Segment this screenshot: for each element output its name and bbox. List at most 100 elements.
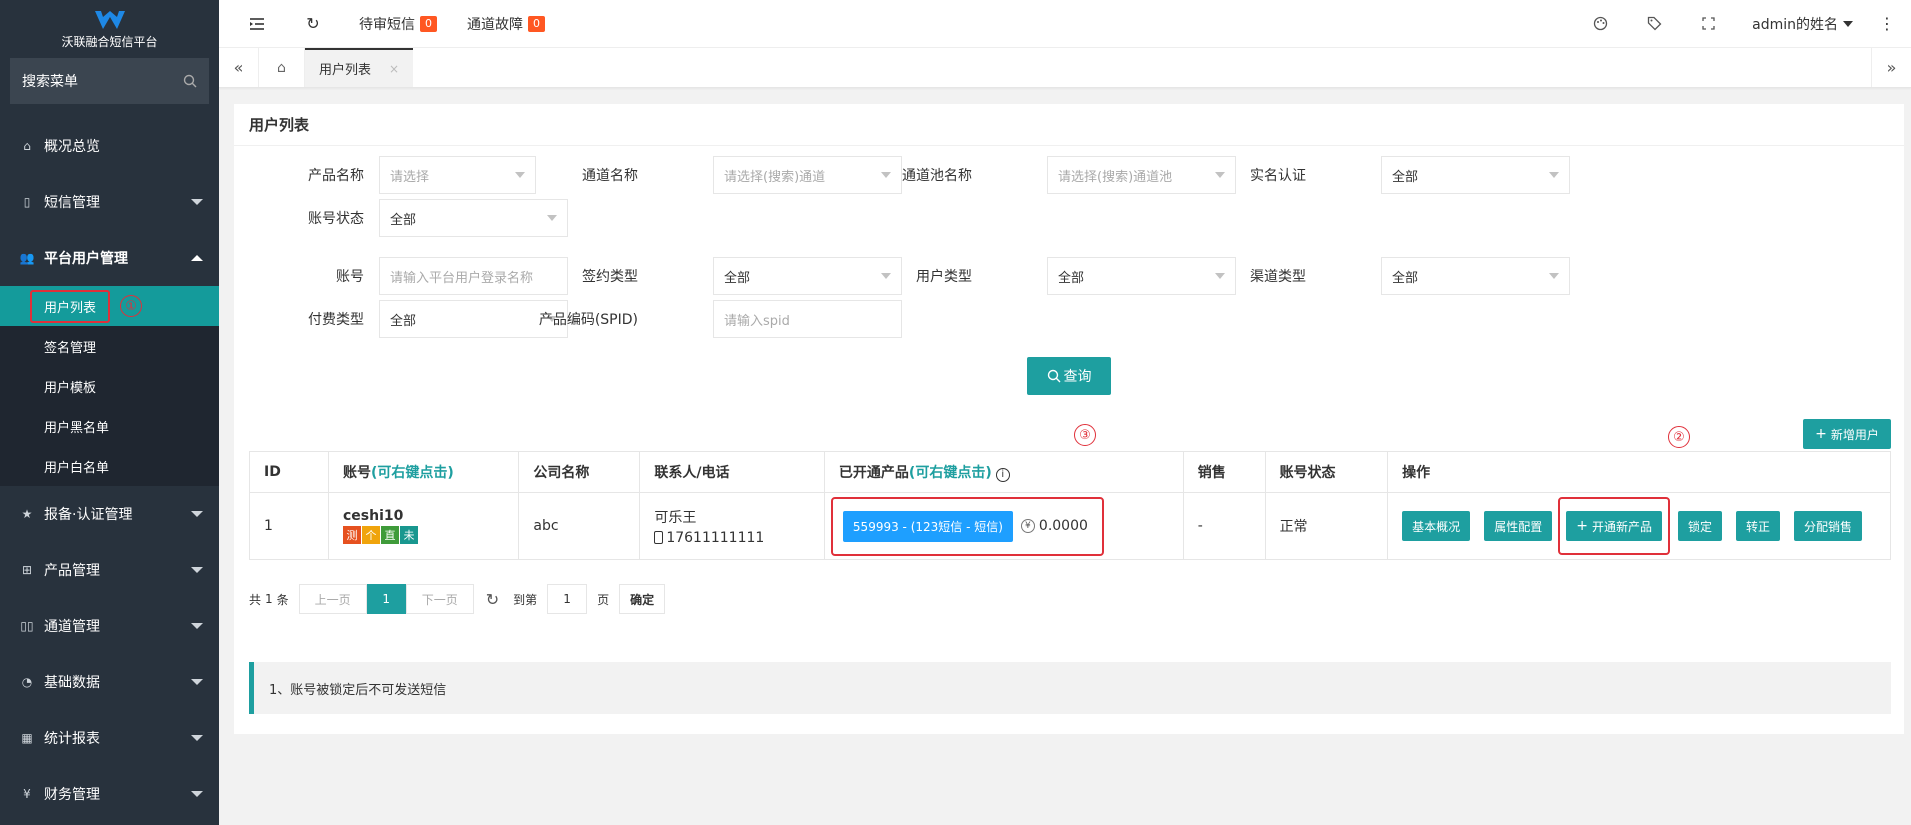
- product-name-label: 产品名称: [308, 168, 364, 184]
- refresh-icon[interactable]: ↻: [486, 590, 499, 609]
- pager-total-suffix: 条: [276, 592, 289, 607]
- menu-search[interactable]: 搜索菜单: [10, 58, 209, 104]
- user-menu[interactable]: admin的姓名: [1752, 14, 1853, 34]
- table-icon: ▦: [21, 731, 33, 745]
- col-company: 公司名称: [518, 451, 641, 493]
- sidebar-item-label: 通道管理: [44, 619, 100, 635]
- account-status-value: 全部: [390, 212, 417, 228]
- col-account: 账号(可右键点击): [327, 451, 520, 493]
- cell-sales: -: [1182, 492, 1266, 560]
- goto-confirm-button[interactable]: 确定: [619, 584, 666, 614]
- chevron-down-icon: [191, 679, 203, 685]
- sidebar-item-label: 概况总览: [44, 139, 100, 155]
- channel-pool-label: 通道池名称: [902, 168, 972, 184]
- cell-products: 559993 - (123短信 - 短信) ¥ 0.0000: [823, 492, 1184, 560]
- regularize-button[interactable]: 转正: [1735, 511, 1780, 541]
- realname-select[interactable]: 全部: [1381, 156, 1570, 194]
- channel-type-select[interactable]: 全部: [1381, 257, 1570, 295]
- sidebar-item-base-data[interactable]: ◔ 基础数据: [0, 654, 219, 710]
- sidebar-item-filing[interactable]: ★ 报备·认证管理: [0, 486, 219, 542]
- tab-label: 用户列表: [319, 63, 372, 78]
- sidebar-item-sms[interactable]: ▯ 短信管理: [0, 174, 219, 230]
- theme-palette-icon[interactable]: [1590, 14, 1610, 34]
- lock-button[interactable]: 锁定: [1677, 511, 1722, 541]
- table-header-row: ID 账号(可右键点击) 公司名称 联系人/电话 已开通产品(可右键点击) i 销…: [249, 451, 1891, 493]
- info-icon[interactable]: i: [995, 467, 1010, 482]
- channel-type-label: 渠道类型: [1250, 269, 1306, 285]
- assign-sales-button[interactable]: 分配销售: [1793, 511, 1862, 541]
- cell-id: 1: [249, 492, 329, 560]
- sidebar-subitem-label: 签名管理: [44, 340, 97, 356]
- cell-account[interactable]: ceshi10 测 个 直 未: [327, 492, 520, 560]
- sidebar-item-products[interactable]: ⊞ 产品管理: [0, 542, 219, 598]
- collapse-menu-icon[interactable]: [247, 14, 267, 34]
- realname-label: 实名认证: [1250, 168, 1306, 184]
- col-products-hint: (可右键点击): [908, 465, 992, 481]
- pending-sms-link[interactable]: 待审短信 0: [359, 14, 437, 34]
- channel-type-value: 全部: [1392, 270, 1419, 286]
- channel-fault-link[interactable]: 通道故障 0: [467, 14, 545, 34]
- attr-config-button[interactable]: 属性配置: [1484, 511, 1553, 541]
- tabs-scroll-right-icon[interactable]: »: [1871, 48, 1911, 87]
- sign-type-label: 签约类型: [582, 269, 638, 285]
- fullscreen-icon[interactable]: [1698, 14, 1718, 34]
- sidebar-subitem-label: 用户模板: [44, 380, 97, 396]
- sidebar-item-reports[interactable]: ▦ 统计报表: [0, 710, 219, 766]
- sidebar-item-label: 产品管理: [44, 563, 100, 579]
- col-account-label: 账号: [342, 465, 371, 481]
- sidebar-subitem-user-list[interactable]: 用户列表 ①: [0, 286, 219, 326]
- sidebar-subitem-label: 用户白名单: [44, 460, 110, 476]
- top-header: ↻ 待审短信 0 通道故障 0 admin的姓名 ⋮: [219, 0, 1911, 48]
- sidebar-item-label: 短信管理: [44, 195, 100, 211]
- page-title: 用户列表: [234, 104, 1904, 146]
- users-icon: 👥: [19, 251, 35, 265]
- tab-user-list[interactable]: 用户列表 ×: [305, 48, 414, 87]
- prev-page-button[interactable]: 上一页: [298, 584, 367, 614]
- col-ops: 操作: [1387, 451, 1891, 493]
- pager-page-unit: 页: [597, 592, 610, 607]
- open-product-button[interactable]: + 开通新产品: [1566, 511, 1662, 541]
- sidebar-item-channels[interactable]: ▯▯ 通道管理: [0, 598, 219, 654]
- plus-icon: +: [1576, 518, 1588, 534]
- current-page[interactable]: 1: [366, 584, 406, 614]
- sidebar-item-platform-users[interactable]: 👥 平台用户管理: [0, 230, 219, 286]
- account-status-select[interactable]: 全部: [379, 199, 568, 237]
- query-button[interactable]: 查询: [1027, 357, 1111, 395]
- search-icon: [1047, 369, 1060, 383]
- grid-icon: ⊞: [21, 563, 33, 577]
- product-chip[interactable]: 559993 - (123短信 - 短信): [842, 510, 1013, 542]
- table-row: 1 ceshi10 测 个 直 未 abc 可乐王 17611111111 55…: [249, 492, 1891, 560]
- annotation-3: ③: [1074, 424, 1096, 446]
- refresh-icon[interactable]: ↻: [303, 14, 323, 34]
- search-icon[interactable]: [183, 74, 197, 88]
- chevron-down-icon: [547, 215, 557, 221]
- sidebar-subitem-blacklist[interactable]: 用户黑名单: [0, 406, 219, 446]
- tag-personal: 个: [361, 526, 380, 544]
- col-account-hint: (可右键点击): [370, 465, 454, 481]
- channel-fault-label: 通道故障: [467, 16, 523, 33]
- add-user-button[interactable]: + 新增用户: [1803, 419, 1891, 449]
- more-vertical-icon[interactable]: ⋮: [1879, 14, 1895, 33]
- home-tab-icon[interactable]: ⌂: [259, 48, 305, 87]
- close-icon[interactable]: ×: [389, 62, 399, 76]
- tag-icon[interactable]: [1644, 14, 1664, 34]
- chevron-down-icon: [1843, 20, 1853, 27]
- annotation-2: ②: [1668, 426, 1690, 448]
- sidebar-subitem-whitelist[interactable]: 用户白名单: [0, 446, 219, 486]
- phone-icon: ▯: [23, 195, 31, 209]
- star-icon: ★: [21, 507, 33, 521]
- sidebar-item-finance[interactable]: ¥ 财务管理: [0, 766, 219, 822]
- spid-placeholder: 请输入spid: [724, 313, 790, 329]
- menu-search-placeholder: 搜索菜单: [22, 74, 78, 90]
- overview-button[interactable]: 基本概况: [1402, 511, 1471, 541]
- tabs-scroll-left-icon[interactable]: «: [219, 48, 259, 87]
- pager-total-prefix: 共: [249, 592, 262, 607]
- spid-input[interactable]: 请输入spid: [713, 300, 902, 338]
- chevron-down-icon: [191, 199, 203, 205]
- query-button-label: 查询: [1063, 369, 1092, 385]
- sidebar-subitem-signatures[interactable]: 签名管理: [0, 326, 219, 366]
- sidebar-item-overview[interactable]: ⌂ 概况总览: [0, 118, 219, 174]
- next-page-button[interactable]: 下一页: [405, 584, 474, 614]
- sidebar-subitem-templates[interactable]: 用户模板: [0, 366, 219, 406]
- goto-page-input[interactable]: 1: [547, 584, 588, 614]
